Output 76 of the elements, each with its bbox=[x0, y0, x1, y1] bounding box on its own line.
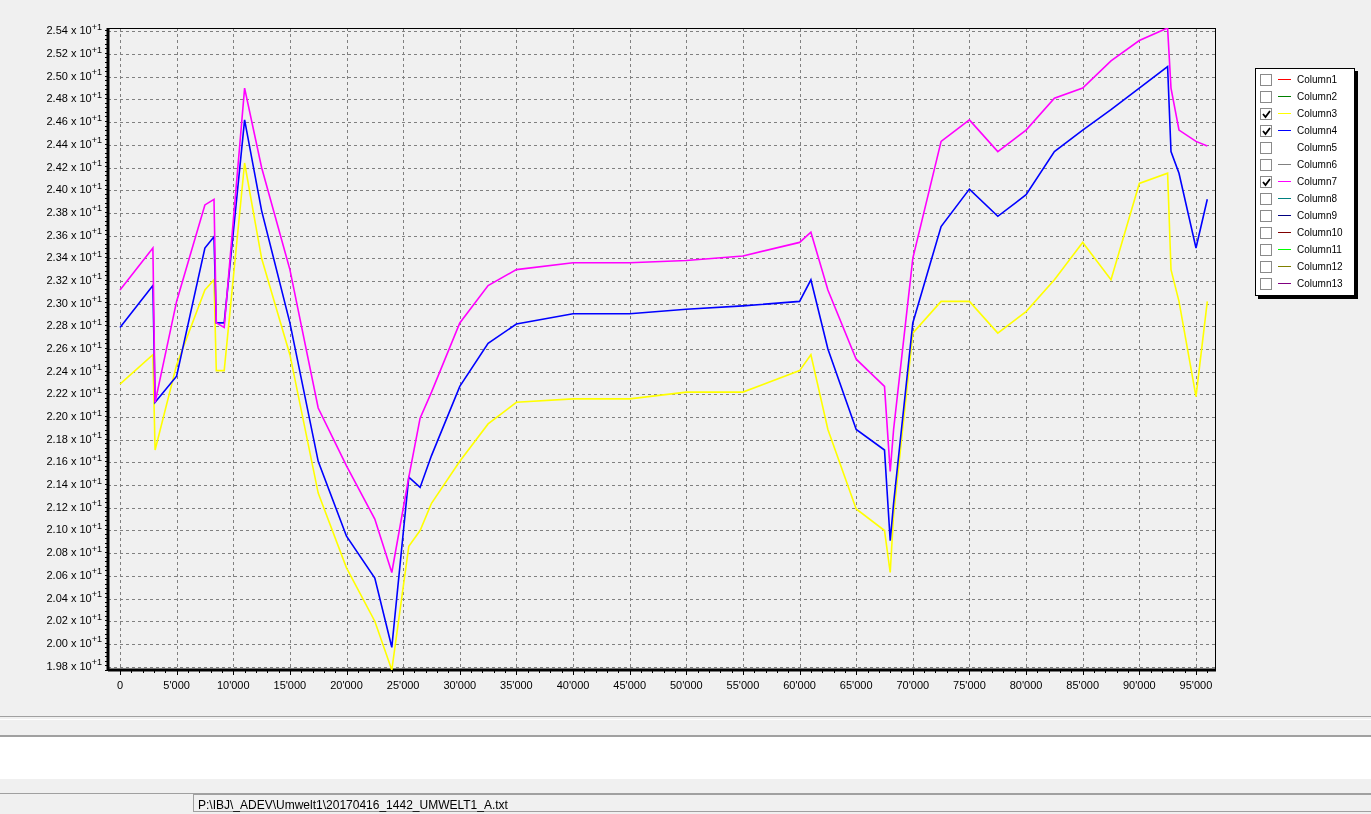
checkbox[interactable] bbox=[1260, 226, 1272, 239]
x-tick-label: 5'000 bbox=[163, 679, 190, 691]
y-tick-label: 2.40 x 10$^{+1}$ bbox=[45, 179, 102, 196]
legend-label: Column5 bbox=[1297, 141, 1338, 155]
y-tick-label: 2.00 x 10$^{+1}$ bbox=[45, 633, 102, 649]
checkbox[interactable] bbox=[1260, 192, 1272, 205]
checkbox[interactable] bbox=[1260, 73, 1272, 86]
x-tick-label: 95'000 bbox=[1179, 679, 1213, 691]
y-tick-label: 2.12 x 10$^{+1}$ bbox=[45, 497, 102, 513]
legend-label: Column13 bbox=[1297, 277, 1343, 291]
legend-label: Column1 bbox=[1297, 73, 1338, 87]
checkbox[interactable] bbox=[1260, 209, 1272, 222]
legend-label: Column10 bbox=[1297, 226, 1343, 240]
y-tick-label: 2.28 x 10$^{+1}$ bbox=[45, 315, 102, 332]
x-tick-label: 0 bbox=[116, 679, 124, 691]
y-tick-label: 2.22 x 10$^{+1}$ bbox=[45, 383, 102, 400]
x-tick-label: 65'000 bbox=[839, 679, 873, 691]
checkbox[interactable] bbox=[1260, 277, 1272, 290]
y-tick-label: 2.48 x 10$^{+1}$ bbox=[45, 88, 102, 105]
y-tick-label: 2.08 x 10$^{+1}$ bbox=[45, 542, 102, 559]
legend-label: Column11 bbox=[1297, 243, 1342, 257]
x-tick-label: 40'000 bbox=[556, 679, 590, 691]
file-path-text: P:\IBJ\_ADEV\Umwelt1\20170416_1442_UMWELT1_A.txt bbox=[193, 794, 1371, 812]
x-tick-label: 55'000 bbox=[726, 679, 760, 691]
x-tick-label: 75'000 bbox=[953, 679, 986, 691]
y-tick-label: 2.30 x 10$^{+1}$ bbox=[45, 293, 102, 309]
checkbox[interactable] bbox=[1260, 124, 1272, 137]
x-tick-label: 10'000 bbox=[216, 679, 250, 691]
y-tick-label: 2.52 x 10$^{+1}$ bbox=[45, 43, 102, 60]
y-tick-label: 2.06 x 10$^{+1}$ bbox=[45, 565, 102, 581]
x-tick-label: 50'000 bbox=[669, 679, 703, 691]
legend-label: Column2 bbox=[1297, 90, 1338, 104]
y-tick-label: 2.20 x 10$^{+1}$ bbox=[45, 406, 102, 423]
y-tick-label: 2.26 x 10$^{+1}$ bbox=[45, 338, 102, 354]
checkbox[interactable] bbox=[1260, 90, 1272, 103]
x-tick-label: 70'000 bbox=[896, 679, 930, 691]
x-tick-label: 90'000 bbox=[1122, 679, 1156, 691]
legend-label: Column3 bbox=[1297, 107, 1338, 121]
y-tick-label: 2.10 x 10$^{+1}$ bbox=[45, 519, 102, 536]
y-tick-label: 2.02 x 10$^{+1}$ bbox=[45, 610, 102, 627]
y-tick-label: 2.14 x 10$^{+1}$ bbox=[45, 474, 102, 491]
x-tick-label: 25'000 bbox=[386, 679, 420, 691]
y-tick-label: 2.54 x 10$^{+1}$ bbox=[45, 20, 102, 37]
x-tick-label: 30'000 bbox=[443, 679, 477, 691]
x-tick-label: 80'000 bbox=[1009, 679, 1043, 691]
x-tick-label: 85'000 bbox=[1066, 679, 1100, 691]
legend-label: Column9 bbox=[1297, 209, 1338, 223]
y-tick-label: 2.34 x 10$^{+1}$ bbox=[45, 247, 102, 264]
y-tick-label: 2.38 x 10$^{+1}$ bbox=[45, 202, 102, 218]
x-tick-label: 45'000 bbox=[613, 679, 646, 691]
legend-label: Column7 bbox=[1297, 175, 1338, 189]
y-tick-label: 2.42 x 10$^{+1}$ bbox=[45, 157, 102, 173]
y-tick-label: 2.36 x 10$^{+1}$ bbox=[45, 225, 102, 241]
legend-label: Column4 bbox=[1297, 124, 1338, 138]
x-tick-label: 20'000 bbox=[330, 679, 363, 691]
y-tick-label: 2.50 x 10$^{+1}$ bbox=[45, 66, 102, 82]
x-tick-label: 15'000 bbox=[273, 679, 307, 691]
y-tick-label: 2.32 x 10$^{+1}$ bbox=[45, 270, 102, 286]
checkbox[interactable] bbox=[1260, 141, 1272, 154]
y-tick-label: 2.16 x 10$^{+1}$ bbox=[45, 451, 102, 468]
legend-label: Column6 bbox=[1297, 158, 1338, 172]
legend-label: Column8 bbox=[1297, 192, 1338, 206]
checkbox[interactable] bbox=[1260, 260, 1272, 273]
y-tick-label: 2.18 x 10$^{+1}$ bbox=[45, 429, 102, 445]
checkbox[interactable] bbox=[1260, 175, 1272, 188]
legend-label: Column12 bbox=[1297, 260, 1343, 274]
y-tick-label: 2.04 x 10$^{+1}$ bbox=[45, 588, 102, 604]
checkbox[interactable] bbox=[1260, 158, 1272, 171]
y-tick-label: 2.24 x 10$^{+1}$ bbox=[45, 361, 102, 377]
y-tick-label: 2.46 x 10$^{+1}$ bbox=[45, 111, 102, 128]
checkbox[interactable] bbox=[1260, 107, 1272, 120]
x-tick-label: 60'000 bbox=[783, 679, 816, 691]
y-tick-label: 2.44 x 10$^{+1}$ bbox=[45, 134, 102, 150]
y-tick-label: 1.98 x 10$^{+1}$ bbox=[45, 656, 102, 672]
x-tick-label: 35'000 bbox=[500, 679, 533, 691]
checkbox[interactable] bbox=[1260, 243, 1272, 256]
